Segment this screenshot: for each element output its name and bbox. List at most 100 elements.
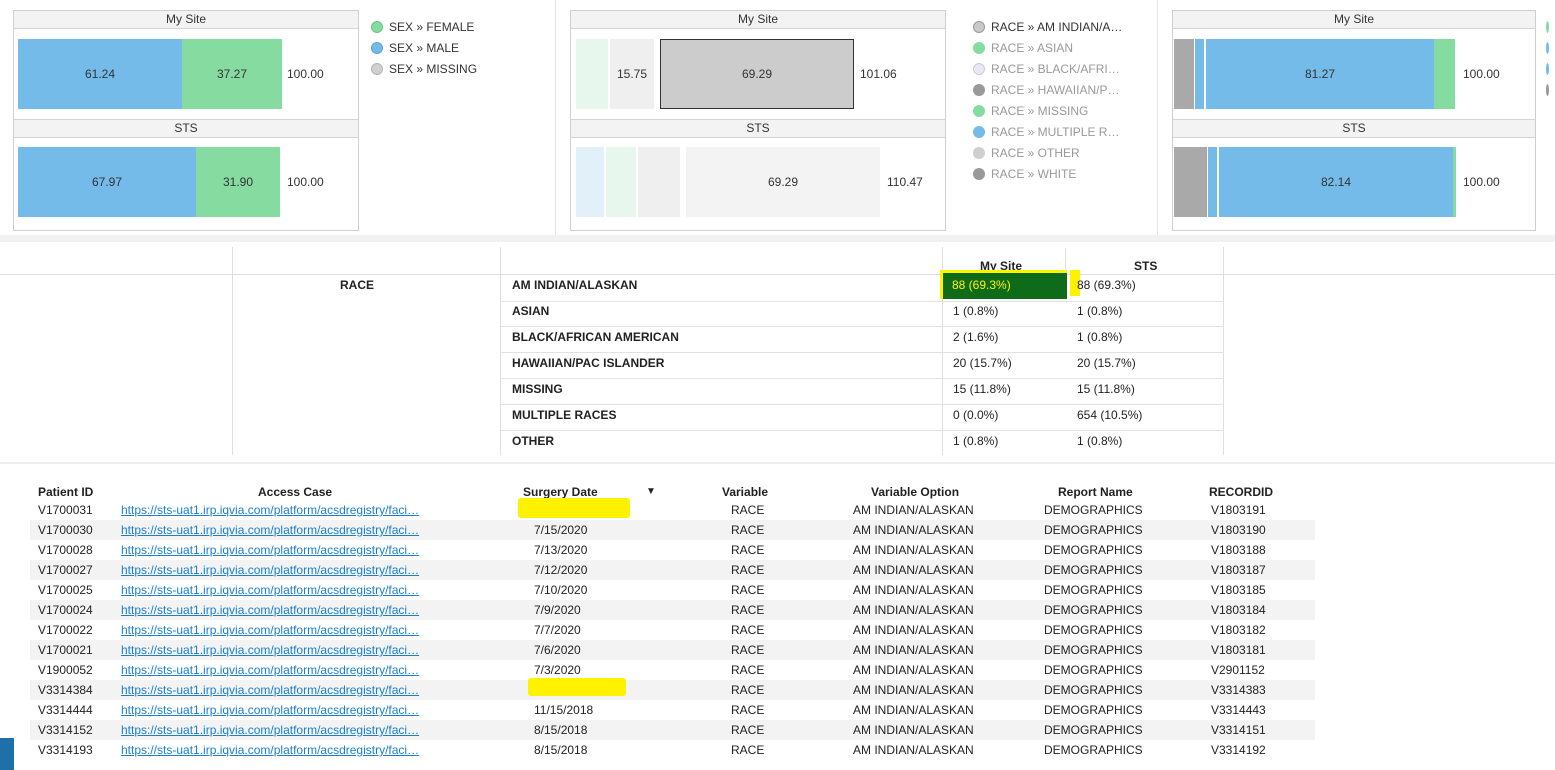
summary-row[interactable]: HAWAIIAN/PAC ISLANDER 20 (15.7%) 20 (15.…	[500, 353, 1224, 379]
table-row[interactable]: V1700027 https://sts-uat1.irp.iqvia.com/p…	[30, 560, 1315, 580]
cell-access-case[interactable]: https://sts-uat1.irp.iqvia.com/platform/…	[121, 683, 419, 697]
cell-access-case[interactable]: https://sts-uat1.irp.iqvia.com/platform/…	[121, 643, 419, 657]
bar-segment-am-indian[interactable]: 69.29	[686, 147, 880, 217]
legend-item[interactable]: SEX » MALE	[371, 37, 477, 58]
cell-report-name: DEMOGRAPHICS	[1044, 663, 1143, 677]
legend-item[interactable]: RACE » AM INDIAN/A…	[973, 16, 1122, 37]
legend-label: RACE » ASIAN	[991, 40, 1074, 55]
bar-total: 100.00	[287, 175, 324, 189]
summary-row[interactable]: ASIAN 1 (0.8%) 1 (0.8%)	[500, 301, 1224, 327]
cell-access-case[interactable]: https://sts-uat1.irp.iqvia.com/platform/…	[121, 663, 419, 677]
summary-row[interactable]: MULTIPLE RACES 0 (0.0%) 654 (10.5%)	[500, 405, 1224, 431]
legend-label: RACE » BLACK/AFRI…	[991, 61, 1120, 76]
legend-item[interactable]: RACE » MULTIPLE R…	[973, 121, 1122, 142]
legend-item[interactable]: SEX » FEMALE	[371, 16, 477, 37]
sts-value: 88 (69.3%)	[1077, 278, 1136, 292]
bar-segment-male[interactable]: 31.90	[196, 147, 280, 217]
summary-row[interactable]: MISSING 15 (11.8%) 15 (11.8%)	[500, 379, 1224, 405]
table-row[interactable]: V3314444 https://sts-uat1.irp.iqvia.com/p…	[30, 700, 1315, 720]
col-header-variable[interactable]: Variable	[722, 485, 768, 499]
bar-segment-green[interactable]	[1434, 39, 1455, 109]
col-header-surgery-date[interactable]: Surgery Date	[523, 485, 598, 499]
legend-item[interactable]	[1546, 16, 1555, 37]
bar-segment-asian[interactable]	[576, 39, 608, 109]
col-header-access-case[interactable]: Access Case	[258, 485, 332, 499]
cell-access-case[interactable]: https://sts-uat1.irp.iqvia.com/platform/…	[121, 703, 419, 717]
table-row[interactable]: V1700030 https://sts-uat1.irp.iqvia.com/p…	[30, 520, 1315, 540]
cell-access-case[interactable]: https://sts-uat1.irp.iqvia.com/platform/…	[121, 563, 419, 577]
cell-variable: RACE	[731, 603, 765, 617]
legend-item[interactable]: RACE » MISSING	[973, 100, 1122, 121]
bar-segment-female[interactable]: 67.97	[18, 147, 196, 217]
col-header-patient-id[interactable]: Patient ID	[38, 485, 93, 499]
table-row[interactable]: V1700031 https://sts-uat1.irp.iqvia.com/p…	[30, 500, 1315, 520]
green-dot-icon	[973, 41, 985, 54]
table-row[interactable]: V3314384 https://sts-uat1.irp.iqvia.com/p…	[30, 680, 1315, 700]
sts-value: 15 (11.8%)	[1077, 382, 1135, 396]
dark-gray-dot-icon	[973, 167, 985, 180]
table-row[interactable]: V1900052 https://sts-uat1.irp.iqvia.com/p…	[30, 660, 1315, 680]
bar-segment-hawaiian[interactable]: 15.75	[610, 39, 654, 109]
bar-segment-female[interactable]: 61.24	[18, 39, 182, 109]
bar-segment-male[interactable]: 37.27	[182, 39, 282, 109]
cell-access-case[interactable]: https://sts-uat1.irp.iqvia.com/platform/…	[121, 743, 419, 757]
summary-row[interactable]: BLACK/AFRICAN AMERICAN 2 (1.6%) 1 (0.8%)	[500, 327, 1224, 353]
race-chart-box: My Site 15.75 69.29 101.06 STS 69.29 110…	[570, 10, 946, 231]
race-legend: RACE » AM INDIAN/A… RACE » ASIAN RACE » …	[973, 16, 1122, 184]
cell-access-case[interactable]: https://sts-uat1.irp.iqvia.com/platform/…	[121, 623, 419, 637]
col-header-recordid[interactable]: RECORDID	[1209, 485, 1273, 499]
legend-item[interactable]	[1546, 58, 1555, 79]
table-row[interactable]: V3314152 https://sts-uat1.irp.iqvia.com/p…	[30, 720, 1315, 740]
cell-access-case[interactable]: https://sts-uat1.irp.iqvia.com/platform/…	[121, 723, 419, 737]
legend-item[interactable]	[1546, 79, 1555, 100]
bar-segment-blue[interactable]: 81.27	[1206, 39, 1434, 109]
legend-item[interactable]: RACE » OTHER	[973, 142, 1122, 163]
legend-item[interactable]: SEX » MISSING	[371, 58, 477, 79]
cell-variable-option: AM INDIAN/ALASKAN	[853, 703, 974, 717]
cell-recordid: V1803188	[1211, 543, 1266, 557]
cell-recordid: V3314192	[1211, 743, 1266, 757]
cell-access-case[interactable]: https://sts-uat1.irp.iqvia.com/platform/…	[121, 503, 419, 517]
summary-row[interactable]: OTHER 1 (0.8%) 1 (0.8%)	[500, 431, 1224, 455]
bar-segment-gray[interactable]	[1174, 39, 1194, 109]
table-row[interactable]: V1700025 https://sts-uat1.irp.iqvia.com/p…	[30, 580, 1315, 600]
bar-segment-blue[interactable]: 82.14	[1219, 147, 1453, 217]
legend-item[interactable]: RACE » HAWAIIAN/P…	[973, 79, 1122, 100]
bar-segment-blue-small[interactable]	[1195, 39, 1204, 109]
bar-segment-missing[interactable]	[606, 147, 636, 217]
legend-label: RACE » MULTIPLE R…	[991, 124, 1120, 139]
table-row[interactable]: V1700024 https://sts-uat1.irp.iqvia.com/p…	[30, 600, 1315, 620]
bar-segment-hawaiian[interactable]	[638, 147, 680, 217]
legend-item[interactable]	[1546, 37, 1555, 58]
summary-row-label: BLACK/AFRICAN AMERICAN	[512, 330, 679, 344]
bar-segment-gray[interactable]	[1174, 147, 1207, 217]
table-row[interactable]: V1700021 https://sts-uat1.irp.iqvia.com/p…	[30, 640, 1315, 660]
col-header-variable-option[interactable]: Variable Option	[871, 485, 959, 499]
cell-access-case[interactable]: https://sts-uat1.irp.iqvia.com/platform/…	[121, 603, 419, 617]
bar-segment-blue-small[interactable]	[1208, 147, 1217, 217]
bar-segment-green[interactable]	[1453, 147, 1456, 217]
bar-segment-am-indian[interactable]: 69.29	[660, 39, 854, 109]
corner-badge	[0, 738, 14, 770]
table-row[interactable]: V3314193 https://sts-uat1.irp.iqvia.com/p…	[30, 740, 1315, 760]
table-row[interactable]: V1700028 https://sts-uat1.irp.iqvia.com/p…	[30, 540, 1315, 560]
legend-label: RACE » HAWAIIAN/P…	[991, 82, 1120, 97]
legend-item[interactable]: RACE » ASIAN	[973, 37, 1122, 58]
table-row[interactable]: V1700022 https://sts-uat1.irp.iqvia.com/p…	[30, 620, 1315, 640]
legend-item[interactable]: RACE » WHITE	[973, 163, 1122, 184]
my-site-value: 88 (69.3%)	[952, 278, 1011, 292]
cell-access-case[interactable]: https://sts-uat1.irp.iqvia.com/platform/…	[121, 583, 419, 597]
summary-row-label: MULTIPLE RACES	[512, 408, 617, 422]
cell-report-name: DEMOGRAPHICS	[1044, 643, 1143, 657]
my-site-value: 0 (0.0%)	[953, 408, 999, 422]
cell-variable-option: AM INDIAN/ALASKAN	[853, 723, 974, 737]
cell-variable: RACE	[731, 543, 765, 557]
col-header-report-name[interactable]: Report Name	[1058, 485, 1133, 499]
sex-chart-panel: My Site 61.24 37.27 100.00 STS 67.97 31.…	[0, 0, 556, 235]
legend-item[interactable]: RACE » BLACK/AFRI…	[973, 58, 1122, 79]
cell-access-case[interactable]: https://sts-uat1.irp.iqvia.com/platform/…	[121, 523, 419, 537]
bar-segment-multiple[interactable]	[576, 147, 604, 217]
sort-desc-icon[interactable]: ▼	[646, 486, 656, 497]
cell-variable-option: AM INDIAN/ALASKAN	[853, 663, 974, 677]
cell-access-case[interactable]: https://sts-uat1.irp.iqvia.com/platform/…	[121, 543, 419, 557]
